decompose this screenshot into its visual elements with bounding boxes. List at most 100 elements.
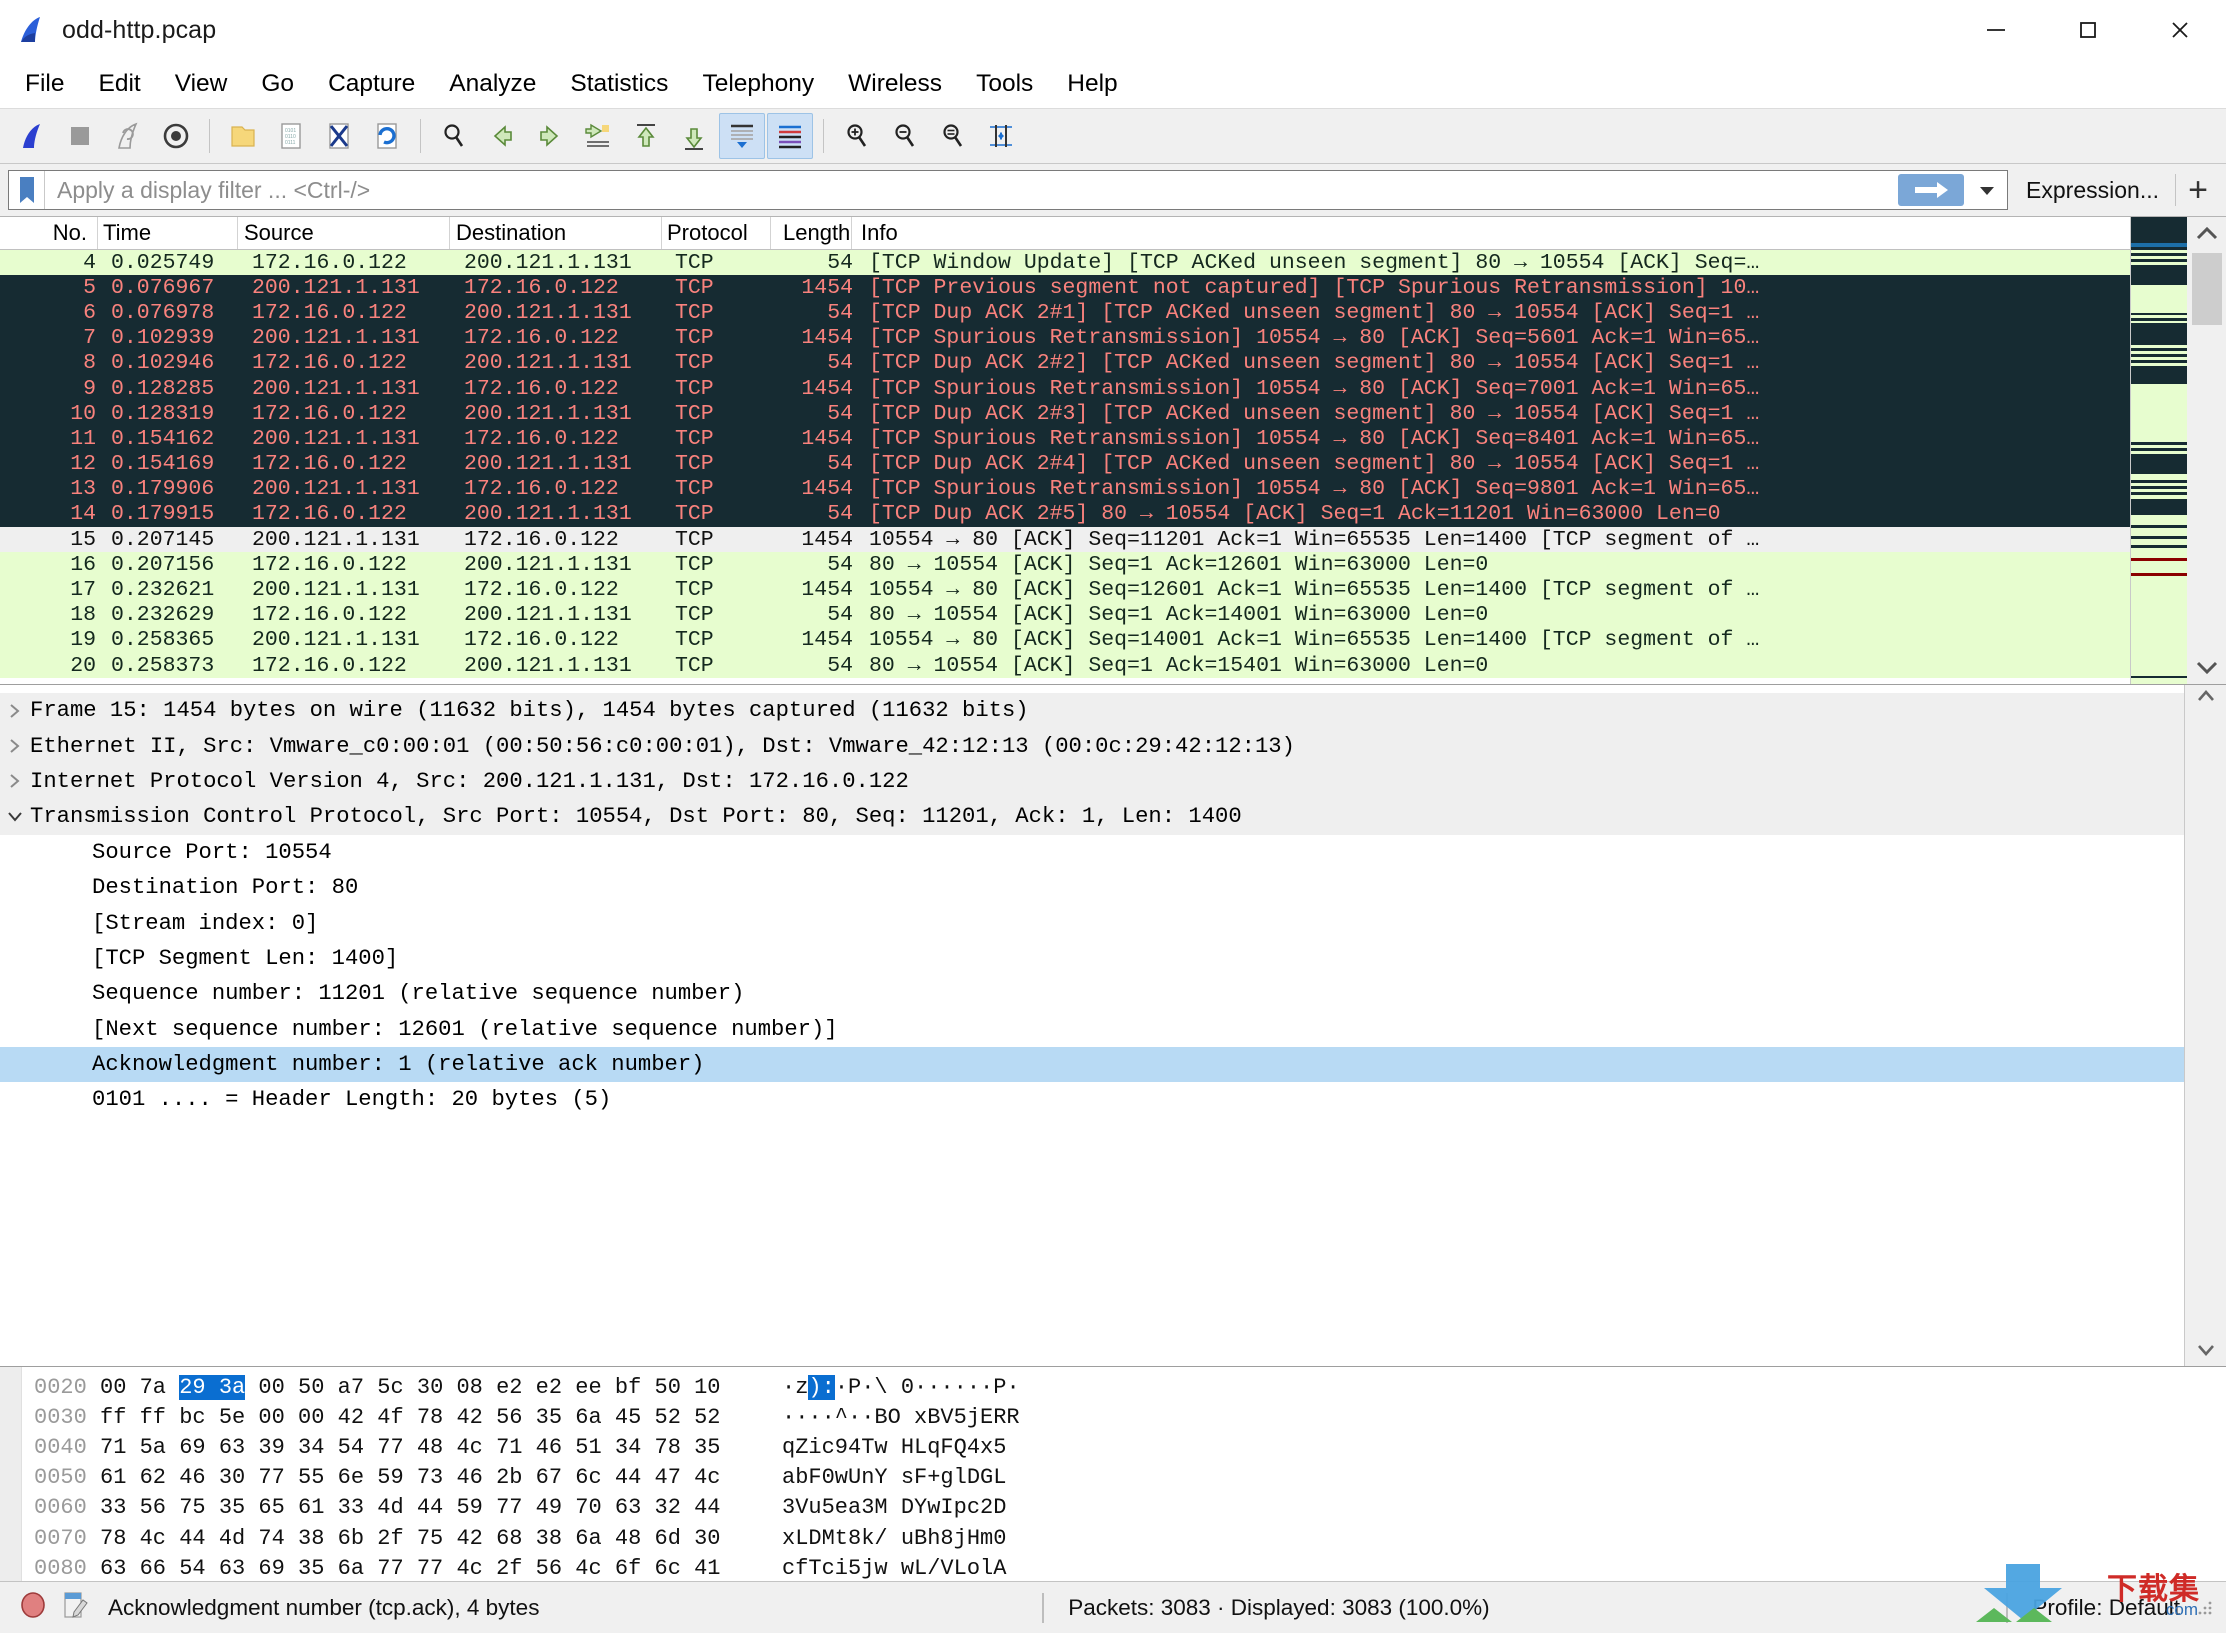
menu-analyze[interactable]: Analyze bbox=[432, 64, 553, 104]
zoom-in-icon[interactable] bbox=[834, 113, 880, 159]
search-input[interactable] bbox=[45, 176, 1899, 204]
auto-scroll-icon[interactable] bbox=[719, 113, 765, 159]
hex-dump-row[interactable]: 0050 61 62 46 30 77 55 6e 59 73 46 2b 67 … bbox=[22, 1463, 2226, 1493]
status-profile[interactable]: Profile: Default bbox=[2018, 1595, 2194, 1621]
zoom-reset-icon[interactable] bbox=[930, 113, 976, 159]
detail-tree-item[interactable]: Ethernet II, Src: Vmware_c0:00:01 (00:50… bbox=[0, 728, 2184, 764]
menu-edit[interactable]: Edit bbox=[81, 64, 157, 104]
go-to-packet-icon[interactable] bbox=[575, 113, 621, 159]
detail-tree-item[interactable]: [Next sequence number: 12601 (relative s… bbox=[0, 1012, 2184, 1047]
minimize-button[interactable] bbox=[1950, 0, 2042, 60]
column-header-no[interactable]: No. bbox=[0, 217, 98, 249]
menu-statistics[interactable]: Statistics bbox=[553, 64, 685, 104]
packet-list-scrollbar[interactable] bbox=[2187, 217, 2226, 684]
table-row[interactable]: 18 0.232629 172.16.0.122 200.121.1.131 TCP 54… bbox=[0, 602, 2130, 628]
table-row[interactable]: 13 0.179906 200.121.1.131 172.16.0.122 TCP 14… bbox=[0, 476, 2130, 502]
find-packet-icon[interactable] bbox=[431, 113, 477, 159]
table-row[interactable]: 5 0.076967 200.121.1.131 172.16.0.122 TCP 145… bbox=[0, 275, 2130, 301]
table-row[interactable]: 15 0.207145 200.121.1.131 172.16.0.122 TCP 14… bbox=[0, 527, 2130, 553]
table-row[interactable]: 4 0.025749 172.16.0.122 200.121.1.131 TCP 54 [… bbox=[0, 250, 2130, 276]
table-row[interactable]: 11 0.154162 200.121.1.131 172.16.0.122 TCP 14… bbox=[0, 426, 2130, 452]
chevron-right-icon[interactable] bbox=[0, 772, 30, 790]
table-row[interactable]: 14 0.179915 172.16.0.122 200.121.1.131 TCP 54… bbox=[0, 501, 2130, 528]
detail-scroll-down-icon[interactable] bbox=[2196, 1343, 2216, 1362]
menu-view[interactable]: View bbox=[158, 64, 245, 104]
hex-dump-row[interactable]: 0040 71 5a 69 63 39 34 54 77 48 4c 71 46 … bbox=[22, 1432, 2226, 1462]
zoom-out-icon[interactable] bbox=[882, 113, 928, 159]
detail-tree-item[interactable]: Destination Port: 80 bbox=[0, 870, 2184, 905]
reload-file-icon[interactable] bbox=[364, 113, 410, 159]
detail-tree-item[interactable]: Transmission Control Protocol, Src Port:… bbox=[0, 799, 2184, 835]
column-header-protocol[interactable]: Protocol bbox=[662, 217, 771, 249]
expert-info-red-icon[interactable] bbox=[18, 1590, 48, 1625]
close-file-icon[interactable] bbox=[316, 113, 362, 159]
table-row[interactable]: 8 0.102946 172.16.0.122 200.121.1.131 TCP 54 [… bbox=[0, 350, 2130, 376]
menu-go[interactable]: Go bbox=[244, 64, 311, 104]
filter-expression-button[interactable]: Expression... bbox=[2008, 177, 2173, 204]
start-capture-icon[interactable] bbox=[9, 113, 55, 159]
add-filter-button[interactable]: + bbox=[2178, 173, 2218, 207]
filter-input-container[interactable] bbox=[8, 170, 2009, 210]
go-to-last-icon[interactable] bbox=[671, 113, 717, 159]
chevron-right-icon[interactable] bbox=[0, 737, 30, 755]
column-header-time[interactable]: Time bbox=[98, 217, 238, 249]
table-row[interactable]: 10 0.128319 172.16.0.122 200.121.1.131 TCP 54… bbox=[0, 401, 2130, 427]
stop-capture-icon[interactable] bbox=[57, 113, 103, 159]
hex-dump-row[interactable]: 0020 00 7a 29 3a 00 50 a7 5c 30 08 e2 e2 … bbox=[22, 1372, 2226, 1402]
table-row[interactable]: 9 0.128285 200.121.1.131 172.16.0.122 TCP 145… bbox=[0, 375, 2130, 402]
go-forward-icon[interactable] bbox=[527, 113, 573, 159]
table-row[interactable]: 12 0.154169 172.16.0.122 200.121.1.131 TCP 54… bbox=[0, 451, 2130, 477]
menu-wireless[interactable]: Wireless bbox=[831, 64, 959, 104]
table-row[interactable]: 7 0.102939 200.121.1.131 172.16.0.122 TCP 145… bbox=[0, 325, 2130, 351]
menu-file[interactable]: File bbox=[8, 64, 81, 104]
hex-dump-row[interactable]: 0060 33 56 75 35 65 61 33 4d 44 59 77 49 … bbox=[22, 1493, 2226, 1523]
resize-columns-icon[interactable] bbox=[978, 113, 1024, 159]
colorize-icon[interactable] bbox=[767, 113, 813, 159]
menu-capture[interactable]: Capture bbox=[311, 64, 432, 104]
menu-help[interactable]: Help bbox=[1050, 64, 1134, 104]
detail-tree-item[interactable]: Source Port: 10554 bbox=[0, 835, 2184, 870]
capture-options-icon[interactable] bbox=[153, 113, 199, 159]
detail-tree-item[interactable]: Internet Protocol Version 4, Src: 200.12… bbox=[0, 763, 2184, 800]
close-button[interactable] bbox=[2134, 0, 2226, 60]
column-header-length[interactable]: Length bbox=[771, 217, 852, 249]
table-row[interactable]: 16 0.207156 172.16.0.122 200.121.1.131 TCP 54… bbox=[0, 552, 2130, 578]
column-header-info[interactable]: Info bbox=[852, 217, 2130, 249]
hex-dump-row[interactable]: 0080 63 66 54 63 69 35 6a 77 77 4c 2f 56 … bbox=[22, 1553, 2226, 1581]
chevron-right-icon[interactable] bbox=[0, 702, 30, 720]
table-row[interactable]: 17 0.232621 200.121.1.131 172.16.0.122 TCP 14… bbox=[0, 577, 2130, 603]
column-header-source[interactable]: Source bbox=[238, 217, 450, 249]
detail-tree-item[interactable]: Sequence number: 11201 (relative sequenc… bbox=[0, 976, 2184, 1011]
scroll-up-icon[interactable] bbox=[2195, 217, 2219, 251]
menu-telephony[interactable]: Telephony bbox=[685, 64, 831, 104]
scroll-down-icon[interactable] bbox=[2195, 650, 2219, 684]
table-row[interactable]: 20 0.258373 172.16.0.122 200.121.1.131 TCP 54… bbox=[0, 653, 2130, 679]
detail-tree-item[interactable]: [TCP Segment Len: 1400] bbox=[0, 941, 2184, 976]
intelligent-scrollbar-minimap[interactable] bbox=[2131, 217, 2187, 684]
scrollbar-thumb[interactable] bbox=[2191, 253, 2222, 325]
packet-details-scrollbar[interactable] bbox=[2184, 685, 2226, 1366]
restart-capture-icon[interactable] bbox=[105, 113, 151, 159]
maximize-button[interactable] bbox=[2042, 0, 2134, 60]
chevron-down-icon[interactable] bbox=[0, 809, 30, 825]
apply-filter-arrow-icon[interactable] bbox=[1898, 174, 1965, 206]
save-file-icon[interactable]: 0101 0110 0111 bbox=[268, 113, 314, 159]
resize-grip-icon[interactable] bbox=[2194, 1597, 2216, 1619]
hex-dump-row[interactable]: 0070 78 4c 44 4d 74 38 6b 2f 75 42 68 38 … bbox=[22, 1523, 2226, 1553]
capture-file-comment-icon[interactable] bbox=[60, 1590, 88, 1625]
go-back-icon[interactable] bbox=[479, 113, 525, 159]
detail-tree-item[interactable]: Acknowledgment number: 1 (relative ack n… bbox=[0, 1046, 2184, 1083]
detail-tree-item[interactable]: [Stream index: 0] bbox=[0, 905, 2184, 940]
bookmark-icon[interactable] bbox=[9, 171, 45, 209]
detail-scroll-up-icon[interactable] bbox=[2196, 689, 2216, 708]
detail-tree-item[interactable]: 0101 .... = Header Length: 20 bytes (5) bbox=[0, 1082, 2184, 1117]
open-file-icon[interactable] bbox=[220, 113, 266, 159]
go-to-first-icon[interactable] bbox=[623, 113, 669, 159]
hex-dump-row[interactable]: 0030 ff ff bc 5e 00 00 42 4f 78 42 56 35 … bbox=[22, 1402, 2226, 1432]
column-header-destination[interactable]: Destination bbox=[450, 217, 662, 249]
chevron-down-icon[interactable] bbox=[1967, 171, 2007, 209]
table-row[interactable]: 19 0.258365 200.121.1.131 172.16.0.122 TCP 14… bbox=[0, 627, 2130, 653]
table-row[interactable]: 6 0.076978 172.16.0.122 200.121.1.131 TCP 54 [… bbox=[0, 300, 2130, 326]
detail-tree-item[interactable]: Frame 15: 1454 bytes on wire (11632 bits… bbox=[0, 693, 2184, 729]
menu-tools[interactable]: Tools bbox=[959, 64, 1050, 104]
